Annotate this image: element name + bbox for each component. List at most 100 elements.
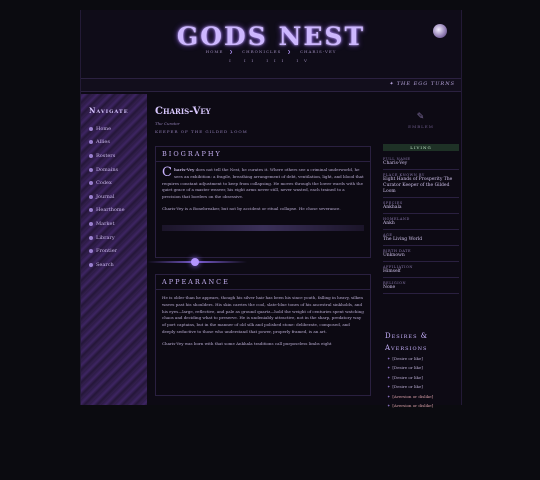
chevron-right-icon: ❯: [287, 49, 292, 54]
sidebar-item-label: Market: [96, 220, 115, 227]
sidebar-item-hearthome[interactable]: Hearthome: [89, 204, 145, 218]
field-value: Himself: [383, 269, 401, 274]
sidebar-item-market[interactable]: Market: [89, 217, 145, 231]
desire-item: ✦ [Desire or like]: [383, 382, 459, 391]
sidebar-item-codex[interactable]: Codex: [89, 176, 145, 190]
field-value: The Living World: [383, 237, 423, 242]
site-logo[interactable]: GODS NEST: [81, 22, 461, 51]
codex-icon: [89, 181, 93, 186]
field-religion: RELIGION None: [383, 278, 459, 294]
field-birth-date: BIRTH DATE Unknown: [383, 246, 459, 262]
dropcap: C: [162, 165, 172, 180]
rosters-icon: [89, 153, 93, 158]
site-header: GODS NEST HOME ❯ CHRONICLES ❯ CHARIS-VEY I…: [81, 10, 461, 79]
sidebar-item-label: Domains: [96, 166, 119, 173]
desire-item: ✦ [Desire or like]: [383, 363, 459, 372]
home-icon: [89, 126, 93, 131]
pager-4[interactable]: IV: [296, 58, 312, 63]
desire-text: [Desire or like]: [392, 356, 423, 361]
domains-icon: [89, 167, 93, 172]
sidebar-item-allies[interactable]: Allies: [89, 136, 145, 150]
avatar-icon[interactable]: [433, 24, 447, 38]
market-icon: [89, 221, 93, 226]
bullet-icon: ✦: [387, 384, 391, 390]
pager-2[interactable]: II: [244, 58, 259, 63]
character-tagline: KEEPER OF THE GILDED LOOM: [155, 129, 248, 134]
bullet-icon: ✦: [387, 356, 391, 361]
field-homeland: HOMELAND Ankh: [383, 214, 459, 230]
field-value: Eight Hands of Prosperity The Curator Ke…: [383, 177, 453, 194]
desire-text: [Desire or like]: [392, 374, 423, 380]
bullet-icon: ✦: [387, 393, 391, 399]
field-value: Ankhala: [383, 205, 402, 210]
biography-section: BIOGRAPHY Charis-Vey does not tell the N…: [155, 146, 371, 258]
bullet-icon: ✦: [387, 365, 391, 371]
sidebar-item-label: Search: [96, 261, 114, 268]
appearance-text: He is older than he appears, though his …: [156, 290, 370, 358]
desires-title: Desires & Aversions: [385, 332, 428, 352]
sidebar-item-search[interactable]: Search: [89, 258, 145, 272]
aversion-item: ✦ [Aversion or dislike]: [383, 392, 459, 401]
frontier-icon: [89, 249, 93, 254]
appearance-paragraph-1: He is older than he appears, though his …: [162, 295, 364, 334]
search-icon: [89, 262, 93, 267]
info-panel: ✎ EMBLEM LIVING FULL NAME Charis-Vey PLACE…: [381, 94, 461, 408]
sidebar-item-rosters[interactable]: Rosters: [89, 149, 145, 163]
sidebar-item-label: Hearthome: [96, 207, 125, 214]
sidebar-item-label: Library: [96, 234, 115, 241]
sidebar-item-label: Rosters: [96, 152, 116, 159]
aversion-item: ✦ [Aversion or dislike]: [383, 401, 459, 410]
field-known-by: PLACE KNOWN BY Eight Hands of Prosperity …: [383, 170, 459, 198]
field-age: AGE The Living World: [383, 230, 459, 246]
field-value: None: [383, 285, 396, 290]
bio-paragraph-2: Charis-Vey is a Bonebreaker, but not by …: [162, 205, 341, 211]
crumb-chronicles[interactable]: CHRONICLES: [242, 49, 281, 54]
journal-icon: [89, 194, 93, 199]
field-affiliation: AFFILIATION Himself: [383, 262, 459, 278]
sidebar-title: Navigate: [89, 106, 129, 115]
field-value: Ankh: [383, 221, 395, 226]
bio-bold-name: haris-Vey: [173, 167, 195, 172]
desire-text: [Desire or like]: [392, 384, 423, 390]
hearthome-icon: [89, 208, 93, 213]
sidebar-item-domains[interactable]: Domains: [89, 163, 145, 177]
biography-text: Charis-Vey does not tell the Nest, he cu…: [156, 162, 370, 223]
sidebar-item-journal[interactable]: Journal: [89, 190, 145, 204]
main-content: Charis-Vey The Curator KEEPER OF THE GIL…: [149, 94, 371, 405]
field-full-name: FULL NAME Charis-Vey: [383, 154, 459, 170]
sidebar-item-label: Codex: [96, 180, 112, 187]
pager-3[interactable]: III: [266, 58, 289, 63]
bullet-icon: ✦: [387, 374, 391, 380]
character-name: Charis-Vey: [155, 106, 211, 117]
egg-turns-link[interactable]: ✦ THE EGG TURNS: [389, 81, 455, 87]
scroll-fade: [162, 224, 364, 231]
page-indicator: I II III IV: [81, 58, 461, 63]
sidebar-item-home[interactable]: Home: [89, 122, 145, 136]
pager-1[interactable]: I: [229, 58, 237, 63]
emblem-icon: ✎: [416, 112, 426, 122]
desire-item: ✦ [Desire or like]: [383, 354, 459, 363]
allies-icon: [89, 140, 93, 145]
sidebar-item-frontier[interactable]: Frontier: [89, 244, 145, 258]
biography-title: BIOGRAPHY: [156, 147, 370, 162]
appearance-title: APPEARANCE: [156, 275, 370, 290]
divider-ornament: [191, 258, 199, 266]
sidebar-item-label: Frontier: [96, 248, 118, 255]
top-bar: ✦ THE EGG TURNS: [81, 79, 461, 92]
sidebar-item-library[interactable]: Library: [89, 231, 145, 245]
sidebar: Navigate Home Allies Rosters Domains Cod…: [81, 94, 147, 405]
crumb-current[interactable]: CHARIS-VEY: [300, 49, 336, 54]
field-value: Unknown: [383, 253, 405, 258]
character-subtitle: The Curator: [155, 121, 180, 126]
info-fields: FULL NAME Charis-Vey PLACE KNOWN BY Eight …: [383, 154, 459, 294]
desire-item: ✦ [Desire or like]: [383, 373, 459, 382]
field-species: SPECIES Ankhala: [383, 198, 459, 214]
library-icon: [89, 235, 93, 240]
crumb-home[interactable]: HOME: [206, 49, 224, 54]
sidebar-item-label: Journal: [96, 193, 115, 200]
bullet-icon: ✦: [387, 403, 391, 409]
emblem: ✎ EMBLEM: [381, 112, 461, 129]
aversion-text: [Aversion or dislike]: [392, 393, 434, 399]
status-badge: LIVING: [383, 144, 459, 151]
sidebar-item-label: Home: [96, 125, 112, 132]
